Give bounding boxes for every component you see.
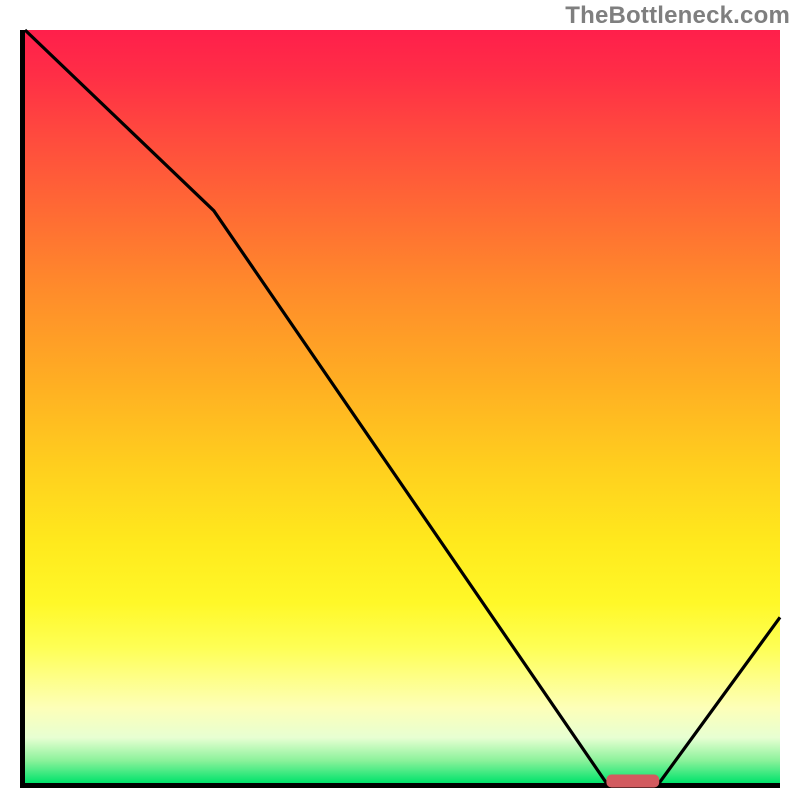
plot-area: [20, 30, 780, 788]
bottleneck-curve-line: [25, 30, 780, 783]
optimal-band-marker: [606, 775, 659, 788]
watermark-text: TheBottleneck.com: [565, 2, 790, 30]
chart-overlay: [25, 30, 780, 783]
chart-container: TheBottleneck.com: [0, 0, 800, 800]
